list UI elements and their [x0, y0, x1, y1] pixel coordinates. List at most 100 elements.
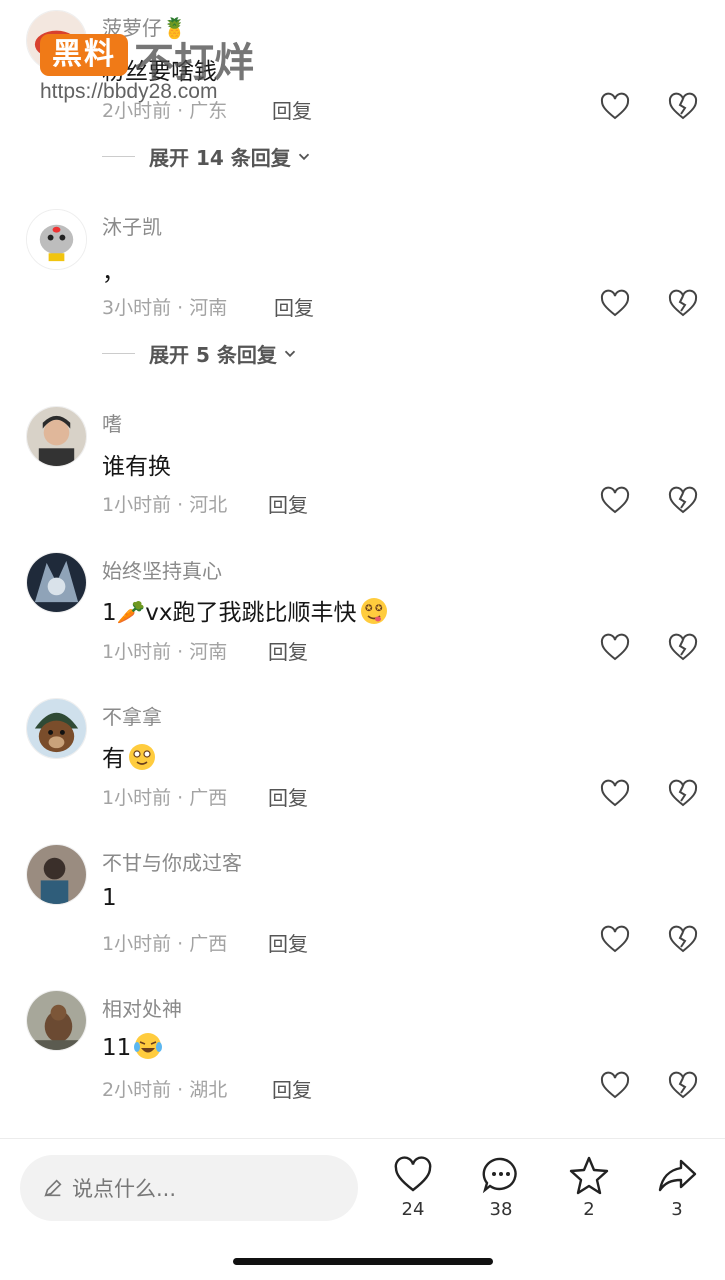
broken-heart-icon: [668, 1071, 698, 1099]
comment-text: 1🥕vx跑了我跳比顺丰快: [102, 600, 357, 626]
comment-text-wrapper: 11: [102, 1031, 163, 1061]
comment-input-placeholder: 说点什么...: [72, 1177, 177, 1201]
comment-username[interactable]: 不拿拿: [102, 701, 162, 730]
heart-icon: [394, 1156, 432, 1192]
divider-line: [102, 353, 135, 354]
comment-meta: 3小时前 · 河南: [102, 297, 228, 319]
comment-text: 谁有换: [102, 454, 171, 480]
comment-meta: 1小时前 · 河南: [102, 641, 228, 663]
comment-username[interactable]: 嗜: [102, 408, 122, 437]
comment-input[interactable]: 说点什么...: [20, 1155, 358, 1221]
comment-meta: 1小时前 · 广西: [102, 933, 228, 955]
broken-heart-icon: [668, 92, 698, 120]
dislike-button[interactable]: [668, 925, 698, 955]
comment-username[interactable]: 始终坚持真心: [102, 555, 222, 584]
anime-character-avatar-icon: [27, 553, 86, 612]
divider-line: [102, 156, 135, 157]
favorite-count: 2: [583, 1199, 595, 1220]
broken-heart-icon: [668, 633, 698, 661]
avatar[interactable]: [26, 990, 87, 1051]
favorite-action-button[interactable]: 2: [559, 1155, 619, 1220]
watermark-url: https://bbdy28.com: [40, 80, 218, 103]
monkey-photo-avatar-icon: [27, 991, 86, 1050]
smile-emoji-icon: [129, 744, 155, 770]
share-arrow-icon: [658, 1159, 697, 1192]
dislike-button[interactable]: [668, 633, 698, 663]
like-action-button[interactable]: 24: [383, 1155, 443, 1220]
comment-username[interactable]: 不甘与你成过客: [102, 847, 242, 876]
dizzy-tongue-emoji-icon: ✪ ✪: [360, 598, 387, 624]
comment-text: 有: [102, 746, 125, 772]
like-button[interactable]: [600, 779, 630, 809]
pencil-icon: [44, 1179, 62, 1197]
comment-text: ，: [102, 260, 125, 286]
reply-button[interactable]: 回复: [268, 489, 308, 518]
comment-text-wrapper: 1🥕vx跑了我跳比顺丰快 ✪ ✪: [102, 593, 389, 627]
comment-count: 38: [489, 1199, 513, 1220]
laugh-cry-emoji-icon: [134, 1033, 163, 1059]
like-button[interactable]: [600, 92, 630, 122]
expand-label: 展开 5 条回复: [149, 343, 277, 367]
comment-username[interactable]: 相对处神: [102, 993, 182, 1022]
star-icon: [569, 1156, 609, 1195]
heart-icon: [600, 779, 630, 807]
cartoon-cat-avatar-icon: [27, 210, 86, 269]
watermark-badge: 黑料: [40, 34, 128, 76]
broken-heart-icon: [668, 486, 698, 514]
comment-action-button[interactable]: 38: [471, 1155, 531, 1220]
comment-meta: 2小时前 · 湖北: [102, 1079, 228, 1101]
reply-button[interactable]: 回复: [268, 782, 308, 811]
comment-bubble-icon: [482, 1157, 517, 1194]
dislike-button[interactable]: [668, 779, 698, 809]
like-button[interactable]: [600, 633, 630, 663]
expand-replies-button[interactable]: 展开 14 条回复: [102, 142, 313, 171]
avatar[interactable]: [26, 552, 87, 613]
chevron-down-icon: [298, 153, 309, 160]
reply-button[interactable]: 回复: [268, 636, 308, 665]
reply-button[interactable]: 回复: [274, 292, 314, 321]
svg-text:✪: ✪: [375, 604, 383, 614]
like-button[interactable]: [600, 925, 630, 955]
dislike-button[interactable]: [668, 1071, 698, 1101]
heart-icon: [600, 633, 630, 661]
share-count: 3: [671, 1199, 683, 1220]
share-action-button[interactable]: 3: [647, 1155, 707, 1220]
dislike-button[interactable]: [668, 92, 698, 122]
heart-icon: [600, 1071, 630, 1099]
reply-button[interactable]: 回复: [268, 928, 308, 957]
reply-button[interactable]: 回复: [272, 1074, 312, 1103]
like-count: 24: [401, 1199, 425, 1220]
heart-icon: [600, 486, 630, 514]
dislike-button[interactable]: [668, 289, 698, 319]
heart-icon: [600, 92, 630, 120]
svg-text:✪: ✪: [365, 604, 373, 614]
comment-text: 1: [102, 885, 117, 911]
like-button[interactable]: [600, 486, 630, 516]
comment-meta: 1小时前 · 广西: [102, 787, 228, 809]
man-portrait-avatar-icon: [27, 407, 86, 466]
comment-meta: 1小时前 · 河北: [102, 494, 228, 516]
expand-label: 展开 14 条回复: [149, 146, 291, 170]
avatar[interactable]: [26, 844, 87, 905]
comment-text-wrapper: 有: [102, 739, 157, 773]
dislike-button[interactable]: [668, 486, 698, 516]
broken-heart-icon: [668, 925, 698, 953]
comment-username[interactable]: 沐子凯: [102, 211, 162, 240]
like-button[interactable]: [600, 1071, 630, 1101]
bear-helmet-avatar-icon: [27, 699, 86, 758]
reply-button[interactable]: 回复: [272, 95, 312, 124]
like-button[interactable]: [600, 289, 630, 319]
person-photo-avatar-icon: [27, 845, 86, 904]
chevron-down-icon: [284, 350, 295, 357]
expand-replies-button[interactable]: 展开 5 条回复: [102, 339, 299, 368]
avatar[interactable]: [26, 406, 87, 467]
avatar[interactable]: [26, 209, 87, 270]
home-indicator: [233, 1258, 493, 1265]
broken-heart-icon: [668, 289, 698, 317]
avatar[interactable]: [26, 698, 87, 759]
comment-text: 11: [102, 1035, 132, 1061]
heart-icon: [600, 925, 630, 953]
bottom-bar-divider: [0, 1138, 725, 1139]
heart-icon: [600, 289, 630, 317]
broken-heart-icon: [668, 779, 698, 807]
